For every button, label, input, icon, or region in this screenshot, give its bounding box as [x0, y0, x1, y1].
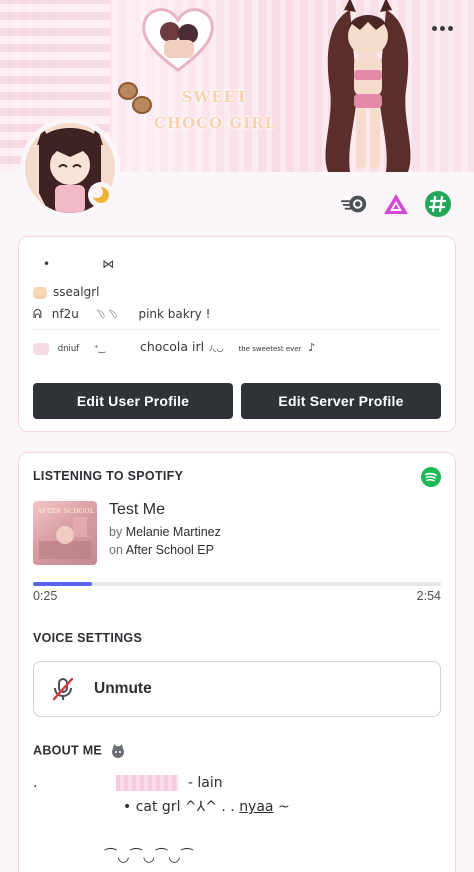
moon-idle-icon: [88, 182, 114, 208]
profile-badges: [340, 190, 452, 218]
spotify-heading: LISTENING TO SPOTIFY: [33, 469, 184, 483]
album-art[interactable]: AFTER SCHOOL: [33, 501, 97, 565]
about-line-3: ⁀◡⁀◡⁀◡⁀: [105, 849, 194, 865]
pink-lace-emoji-icon: [115, 775, 178, 791]
more-dots-icon: [431, 25, 437, 31]
username-row: ssealgrl: [33, 285, 99, 299]
bakery-emoji-icon: [33, 286, 47, 299]
about-line-2: • cat grl ^⅄^ . . nyaa ~: [123, 799, 290, 815]
bio-line: ᕱ nf2u ﹆﹆ pink bakry !: [33, 307, 211, 321]
track-duration: 2:54: [416, 589, 441, 603]
hashtag-badge-icon[interactable]: [424, 190, 452, 218]
edit-server-profile-button[interactable]: Edit Server Profile: [241, 383, 441, 419]
about-me-heading: ABOUT ME: [33, 743, 126, 759]
profile-line-top: • ⋈: [43, 257, 115, 271]
banner-character-figure: [325, 0, 411, 172]
about-link[interactable]: nyaa: [239, 799, 273, 815]
profile-tags-row: dniuf ⁺‿ chocola irl ﾉ◟◡ the sweetest ev…: [33, 339, 315, 355]
bow-emoji-icon: [33, 342, 49, 355]
banner-heart-frame: [142, 8, 214, 72]
nitro-badge-icon[interactable]: [340, 190, 368, 218]
username: ssealgrl: [53, 285, 100, 299]
unmute-button[interactable]: Unmute: [33, 661, 441, 717]
playback-progress-bar: [33, 582, 441, 586]
edit-user-profile-button[interactable]: Edit User Profile: [33, 383, 233, 419]
spotify-icon: [421, 467, 441, 487]
artist-link[interactable]: Melanie Martinez: [126, 525, 221, 539]
track-info: Test Me by Melanie Martinez on After Sch…: [109, 501, 221, 557]
activity-card: LISTENING TO SPOTIFY AFTER SCHOOL Test M…: [18, 452, 456, 872]
mic-muted-icon: [52, 677, 74, 701]
voice-settings-heading: VOICE SETTINGS: [33, 631, 143, 645]
hypesquad-badge-icon[interactable]: [382, 190, 410, 218]
unmute-label: Unmute: [94, 680, 152, 697]
profile-info-card: • ⋈ ssealgrl ᕱ nf2u ﹆﹆ pink bakry ! dniuf…: [18, 236, 456, 432]
elapsed-time: 0:25: [33, 589, 58, 603]
album-link[interactable]: After School EP: [126, 543, 214, 557]
banner-title: SWEET CHOCO GIRL: [153, 88, 277, 132]
cat-emoji-icon: [111, 744, 124, 758]
playback-progress-fill: [33, 582, 92, 586]
track-title[interactable]: Test Me: [109, 501, 221, 519]
more-options-button[interactable]: [428, 18, 456, 38]
about-line-1: . - lain: [33, 775, 223, 791]
